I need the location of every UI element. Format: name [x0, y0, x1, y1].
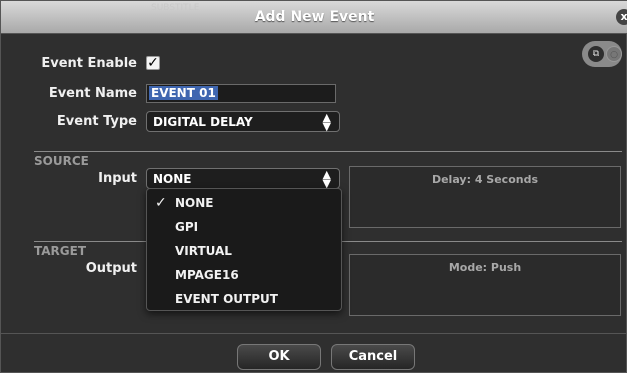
- menu-item-label: MPAGE16: [175, 268, 239, 282]
- event-name-value: EVENT 01: [149, 86, 218, 100]
- input-dropdown-menu: ✓ NONE GPI VIRTUAL MPAGE16 EVENT OUTPUT: [146, 188, 342, 311]
- title-bar[interactable]: SUBSTITLE Add New Event x: [1, 1, 627, 34]
- source-section-title: SOURCE: [34, 154, 89, 168]
- menu-item-gpi[interactable]: GPI: [147, 215, 343, 239]
- input-label: Input: [98, 171, 137, 186]
- copy-icon[interactable]: ⧉: [588, 46, 604, 62]
- dialog-title: Add New Event: [254, 9, 375, 25]
- corner-tools: ⧉ ○: [582, 41, 622, 67]
- target-section-title: TARGET: [34, 244, 87, 258]
- event-type-select[interactable]: DIGITAL DELAY ▲ ▼: [146, 111, 340, 132]
- event-type-label: Event Type: [56, 114, 137, 129]
- menu-item-none[interactable]: ✓ NONE: [147, 191, 343, 215]
- input-select-value: NONE: [153, 172, 192, 186]
- source-info-panel: Delay: 4 Seconds: [349, 166, 621, 228]
- menu-item-event-output[interactable]: EVENT OUTPUT: [147, 287, 343, 311]
- event-enable-label: Event Enable: [41, 56, 137, 71]
- select-arrows-icon: ▲ ▼: [322, 168, 331, 190]
- menu-item-label: VIRTUAL: [175, 244, 232, 258]
- ok-button[interactable]: OK: [237, 344, 321, 370]
- checkmark-icon: ✓: [147, 55, 159, 71]
- menu-item-mpage16[interactable]: MPAGE16: [147, 263, 343, 287]
- event-type-value: DIGITAL DELAY: [153, 115, 253, 129]
- menu-item-virtual[interactable]: VIRTUAL: [147, 239, 343, 263]
- event-enable-checkbox[interactable]: ✓: [146, 56, 160, 70]
- circle-icon[interactable]: ○: [606, 46, 622, 62]
- footer-divider: [1, 333, 627, 334]
- close-icon[interactable]: x: [616, 9, 627, 25]
- delay-text: Delay: 4 Seconds: [431, 173, 539, 186]
- checkmark-icon: ✓: [155, 195, 167, 211]
- mode-text: Mode: Push: [448, 261, 522, 274]
- add-new-event-dialog: SUBSTITLE Add New Event x ⧉ ○ Event Enab…: [0, 0, 627, 373]
- output-label: Output: [85, 261, 137, 276]
- menu-item-label: EVENT OUTPUT: [175, 292, 278, 306]
- menu-item-label: GPI: [175, 220, 199, 234]
- event-name-field[interactable]: EVENT 01: [146, 84, 336, 103]
- target-info-panel: Mode: Push: [349, 254, 621, 316]
- event-name-label: Event Name: [48, 86, 137, 101]
- select-arrows-icon: ▲ ▼: [322, 111, 331, 133]
- input-select[interactable]: NONE ▲ ▼: [146, 168, 340, 189]
- source-divider: [34, 151, 622, 152]
- menu-item-label: NONE: [175, 196, 214, 210]
- cancel-button[interactable]: Cancel: [331, 344, 415, 370]
